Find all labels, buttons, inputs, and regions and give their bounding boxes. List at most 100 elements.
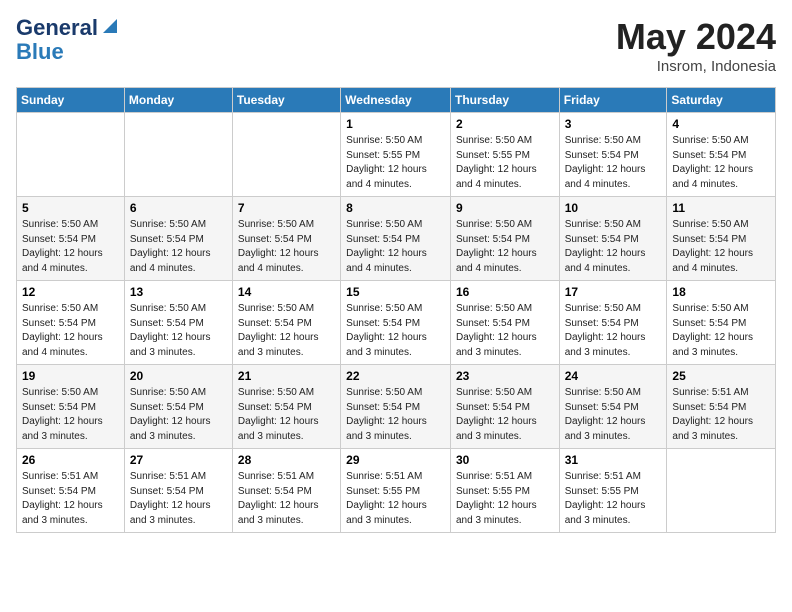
day-cell: 3Sunrise: 5:50 AM Sunset: 5:54 PM Daylig… — [559, 113, 667, 197]
day-number: 21 — [238, 369, 335, 383]
day-number: 3 — [565, 117, 662, 131]
day-cell: 22 Sunrise: 5:50 AM Sunset: 5:54 PM Dayli… — [341, 365, 451, 449]
day-info: Sunrise: 5:50 AM Sunset: 5:55 PM Dayligh… — [456, 134, 554, 192]
day-number: 5 — [22, 201, 119, 215]
day-number: 27 — [130, 453, 227, 467]
weekday-header-monday: Monday — [124, 88, 232, 113]
day-cell: 1Sunrise: 5:50 AM Sunset: 5:55 PM Daylig… — [341, 113, 451, 197]
day-info: Sunrise: 5:50 AM Sunset: 5:55 PM Dayligh… — [346, 134, 445, 192]
day-cell: 31 Sunrise: 5:51 AM Sunset: 5:55 PM Dayli… — [559, 449, 667, 533]
day-number: 10 — [565, 201, 662, 215]
day-info: Sunrise: 5:51 AM Sunset: 5:55 PM Dayligh… — [346, 470, 445, 528]
day-info: Sunrise: 5:50 AM Sunset: 5:54 PM Dayligh… — [672, 134, 770, 192]
day-number: 25 — [672, 369, 770, 383]
day-number: 17 — [565, 285, 662, 299]
day-cell: 17 Sunrise: 5:50 AM Sunset: 5:54 PM Dayli… — [559, 281, 667, 365]
day-number: 18 — [672, 285, 770, 299]
day-number: 20 — [130, 369, 227, 383]
day-info: Sunrise: 5:50 AM Sunset: 5:54 PM Dayligh… — [456, 218, 554, 276]
day-number: 13 — [130, 285, 227, 299]
day-info: Sunrise: 5:50 AM Sunset: 5:54 PM Dayligh… — [22, 218, 119, 276]
day-info: Sunrise: 5:51 AM Sunset: 5:55 PM Dayligh… — [565, 470, 662, 528]
week-row-5: 26 Sunrise: 5:51 AM Sunset: 5:54 PM Dayli… — [17, 449, 776, 533]
day-number: 22 — [346, 369, 445, 383]
day-cell: 28 Sunrise: 5:51 AM Sunset: 5:54 PM Dayli… — [232, 449, 340, 533]
weekday-header-saturday: Saturday — [667, 88, 776, 113]
weekday-header-friday: Friday — [559, 88, 667, 113]
day-cell: 25 Sunrise: 5:51 AM Sunset: 5:54 PM Dayli… — [667, 365, 776, 449]
weekday-header-tuesday: Tuesday — [232, 88, 340, 113]
day-info: Sunrise: 5:51 AM Sunset: 5:54 PM Dayligh… — [672, 386, 770, 444]
weekday-header-thursday: Thursday — [450, 88, 559, 113]
day-cell: 10 Sunrise: 5:50 AM Sunset: 5:54 PM Dayli… — [559, 197, 667, 281]
day-info: Sunrise: 5:50 AM Sunset: 5:54 PM Dayligh… — [456, 302, 554, 360]
month-year-title: May 2024 — [616, 16, 776, 58]
day-cell: 15Sunrise: 5:50 AM Sunset: 5:54 PM Dayli… — [341, 281, 451, 365]
day-info: Sunrise: 5:50 AM Sunset: 5:54 PM Dayligh… — [238, 386, 335, 444]
weekday-header-row: SundayMondayTuesdayWednesdayThursdayFrid… — [17, 88, 776, 113]
day-number: 15 — [346, 285, 445, 299]
day-cell: 12 Sunrise: 5:50 AM Sunset: 5:54 PM Dayli… — [17, 281, 125, 365]
logo: General Blue — [16, 16, 121, 64]
day-cell: 29 Sunrise: 5:51 AM Sunset: 5:55 PM Dayli… — [341, 449, 451, 533]
day-info: Sunrise: 5:50 AM Sunset: 5:54 PM Dayligh… — [22, 302, 119, 360]
day-info: Sunrise: 5:50 AM Sunset: 5:54 PM Dayligh… — [456, 386, 554, 444]
day-number: 7 — [238, 201, 335, 215]
day-number: 19 — [22, 369, 119, 383]
day-info: Sunrise: 5:51 AM Sunset: 5:54 PM Dayligh… — [130, 470, 227, 528]
day-info: Sunrise: 5:50 AM Sunset: 5:54 PM Dayligh… — [672, 302, 770, 360]
day-cell: 7 Sunrise: 5:50 AM Sunset: 5:54 PM Daylig… — [232, 197, 340, 281]
day-cell: 8 Sunrise: 5:50 AM Sunset: 5:54 PM Daylig… — [341, 197, 451, 281]
day-number: 23 — [456, 369, 554, 383]
week-row-1: 1Sunrise: 5:50 AM Sunset: 5:55 PM Daylig… — [17, 113, 776, 197]
week-row-2: 5 Sunrise: 5:50 AM Sunset: 5:54 PM Daylig… — [17, 197, 776, 281]
day-cell: 24 Sunrise: 5:50 AM Sunset: 5:54 PM Dayli… — [559, 365, 667, 449]
day-info: Sunrise: 5:50 AM Sunset: 5:54 PM Dayligh… — [565, 302, 662, 360]
day-cell: 5 Sunrise: 5:50 AM Sunset: 5:54 PM Daylig… — [17, 197, 125, 281]
day-cell — [124, 113, 232, 197]
day-cell — [232, 113, 340, 197]
day-number: 24 — [565, 369, 662, 383]
day-number: 30 — [456, 453, 554, 467]
week-row-4: 19 Sunrise: 5:50 AM Sunset: 5:54 PM Dayli… — [17, 365, 776, 449]
weekday-header-wednesday: Wednesday — [341, 88, 451, 113]
day-info: Sunrise: 5:50 AM Sunset: 5:54 PM Dayligh… — [130, 218, 227, 276]
day-number: 26 — [22, 453, 119, 467]
day-info: Sunrise: 5:50 AM Sunset: 5:54 PM Dayligh… — [565, 386, 662, 444]
day-cell: 16Sunrise: 5:50 AM Sunset: 5:54 PM Dayli… — [450, 281, 559, 365]
logo-blue: Blue — [16, 40, 121, 64]
day-number: 29 — [346, 453, 445, 467]
day-number: 11 — [672, 201, 770, 215]
title-block: May 2024 Insrom, Indonesia — [616, 16, 776, 75]
weekday-header-sunday: Sunday — [17, 88, 125, 113]
day-cell — [17, 113, 125, 197]
day-info: Sunrise: 5:50 AM Sunset: 5:54 PM Dayligh… — [346, 218, 445, 276]
day-info: Sunrise: 5:50 AM Sunset: 5:54 PM Dayligh… — [346, 386, 445, 444]
day-info: Sunrise: 5:50 AM Sunset: 5:54 PM Dayligh… — [565, 218, 662, 276]
day-cell: 21 Sunrise: 5:50 AM Sunset: 5:54 PM Dayli… — [232, 365, 340, 449]
day-info: Sunrise: 5:50 AM Sunset: 5:54 PM Dayligh… — [238, 302, 335, 360]
page-header: General Blue May 2024 Insrom, Indonesia — [16, 16, 776, 75]
day-info: Sunrise: 5:50 AM Sunset: 5:54 PM Dayligh… — [672, 218, 770, 276]
day-number: 6 — [130, 201, 227, 215]
day-cell: 11 Sunrise: 5:50 AM Sunset: 5:54 PM Dayli… — [667, 197, 776, 281]
logo-general: General — [16, 16, 98, 40]
week-row-3: 12 Sunrise: 5:50 AM Sunset: 5:54 PM Dayli… — [17, 281, 776, 365]
day-info: Sunrise: 5:51 AM Sunset: 5:54 PM Dayligh… — [22, 470, 119, 528]
day-info: Sunrise: 5:50 AM Sunset: 5:54 PM Dayligh… — [238, 218, 335, 276]
day-info: Sunrise: 5:51 AM Sunset: 5:54 PM Dayligh… — [238, 470, 335, 528]
day-info: Sunrise: 5:50 AM Sunset: 5:54 PM Dayligh… — [22, 386, 119, 444]
day-number: 9 — [456, 201, 554, 215]
day-info: Sunrise: 5:50 AM Sunset: 5:54 PM Dayligh… — [130, 386, 227, 444]
day-number: 12 — [22, 285, 119, 299]
day-number: 4 — [672, 117, 770, 131]
day-number: 31 — [565, 453, 662, 467]
day-cell: 2Sunrise: 5:50 AM Sunset: 5:55 PM Daylig… — [450, 113, 559, 197]
day-number: 8 — [346, 201, 445, 215]
day-cell: 26 Sunrise: 5:51 AM Sunset: 5:54 PM Dayli… — [17, 449, 125, 533]
day-cell: 9 Sunrise: 5:50 AM Sunset: 5:54 PM Daylig… — [450, 197, 559, 281]
day-cell: 18 Sunrise: 5:50 AM Sunset: 5:54 PM Dayli… — [667, 281, 776, 365]
day-number: 28 — [238, 453, 335, 467]
day-info: Sunrise: 5:51 AM Sunset: 5:55 PM Dayligh… — [456, 470, 554, 528]
day-cell: 23 Sunrise: 5:50 AM Sunset: 5:54 PM Dayli… — [450, 365, 559, 449]
